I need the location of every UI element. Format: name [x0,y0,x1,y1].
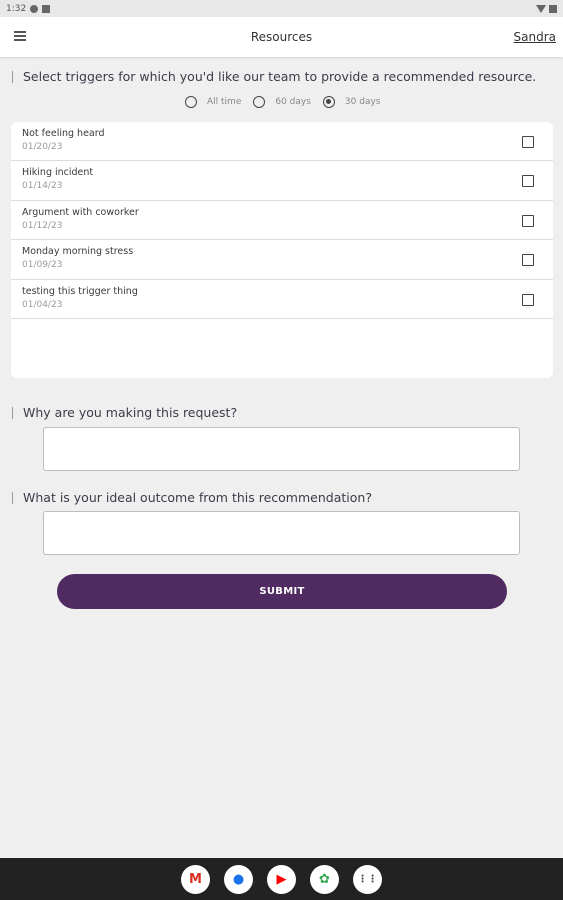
trigger-row[interactable]: testing this trigger thing 01/04/23 [11,280,553,319]
status-time: 1:32 [6,3,27,14]
menu-icon[interactable] [14,31,26,41]
gmail-icon[interactable]: M [181,864,210,894]
youtube-icon[interactable]: ▶ [267,864,296,894]
trigger-row[interactable]: Hiking incident 01/14/23 [11,161,553,201]
trigger-checkbox[interactable] [522,175,534,188]
notification-icon [30,4,39,13]
trigger-name: Monday morning stress [22,246,134,258]
radio-30-days[interactable] [322,96,335,108]
request-question-label: Why are you making this request? [12,406,237,419]
user-link[interactable]: Sandra [514,30,556,44]
trigger-checkbox[interactable] [522,214,534,227]
trigger-date: 01/14/23 [22,181,63,192]
sim-icon [42,4,51,13]
range-label-60-days: 60 days [275,97,311,107]
trigger-row[interactable]: Monday morning stress 01/09/23 [11,240,553,280]
range-label-30-days: 30 days [344,97,381,107]
trigger-date: 01/09/23 [22,260,63,271]
page-title: Resources [250,30,313,44]
trigger-name: Argument with coworker [22,206,139,218]
range-label-all-time: All time [207,97,242,107]
time-range-selector: All time 60 days 30 days [185,96,392,108]
trigger-list: Not feeling heard 01/20/23 Hiking incide… [11,122,553,378]
app-drawer-icon[interactable]: ⋮⋮ [353,864,382,894]
trigger-row[interactable]: Not feeling heard 01/20/23 [11,122,553,162]
trigger-name: Hiking incident [22,167,94,179]
radio-all-time[interactable] [185,96,197,108]
triggers-prompt: Select triggers for which you'd like our… [12,70,536,83]
app-header: Resources Sandra [0,17,563,57]
battery-icon [549,4,557,13]
request-reason-input[interactable] [43,427,520,471]
wifi-icon [536,4,546,13]
ideal-outcome-input[interactable] [43,511,520,555]
trigger-date: 01/20/23 [22,142,63,152]
trigger-checkbox[interactable] [522,254,534,267]
trigger-date: 01/04/23 [22,299,63,310]
trigger-name: Not feeling heard [22,128,105,139]
trigger-name: testing this trigger thing [22,285,138,297]
android-nav-bar: M ● ▶ ✿ ⋮⋮ [0,858,563,900]
photos-icon[interactable]: ✿ [310,864,339,894]
trigger-date: 01/12/23 [22,220,63,231]
trigger-checkbox[interactable] [522,293,534,306]
status-bar: 1:32 [0,0,563,17]
chrome-icon[interactable]: ● [224,864,253,894]
trigger-checkbox[interactable] [522,136,534,148]
trigger-row[interactable]: Argument with coworker 01/12/23 [11,201,553,241]
radio-60-days[interactable] [253,96,266,108]
submit-button[interactable]: SUBMIT [57,574,507,609]
outcome-question-label: What is your ideal outcome from this rec… [12,491,372,504]
